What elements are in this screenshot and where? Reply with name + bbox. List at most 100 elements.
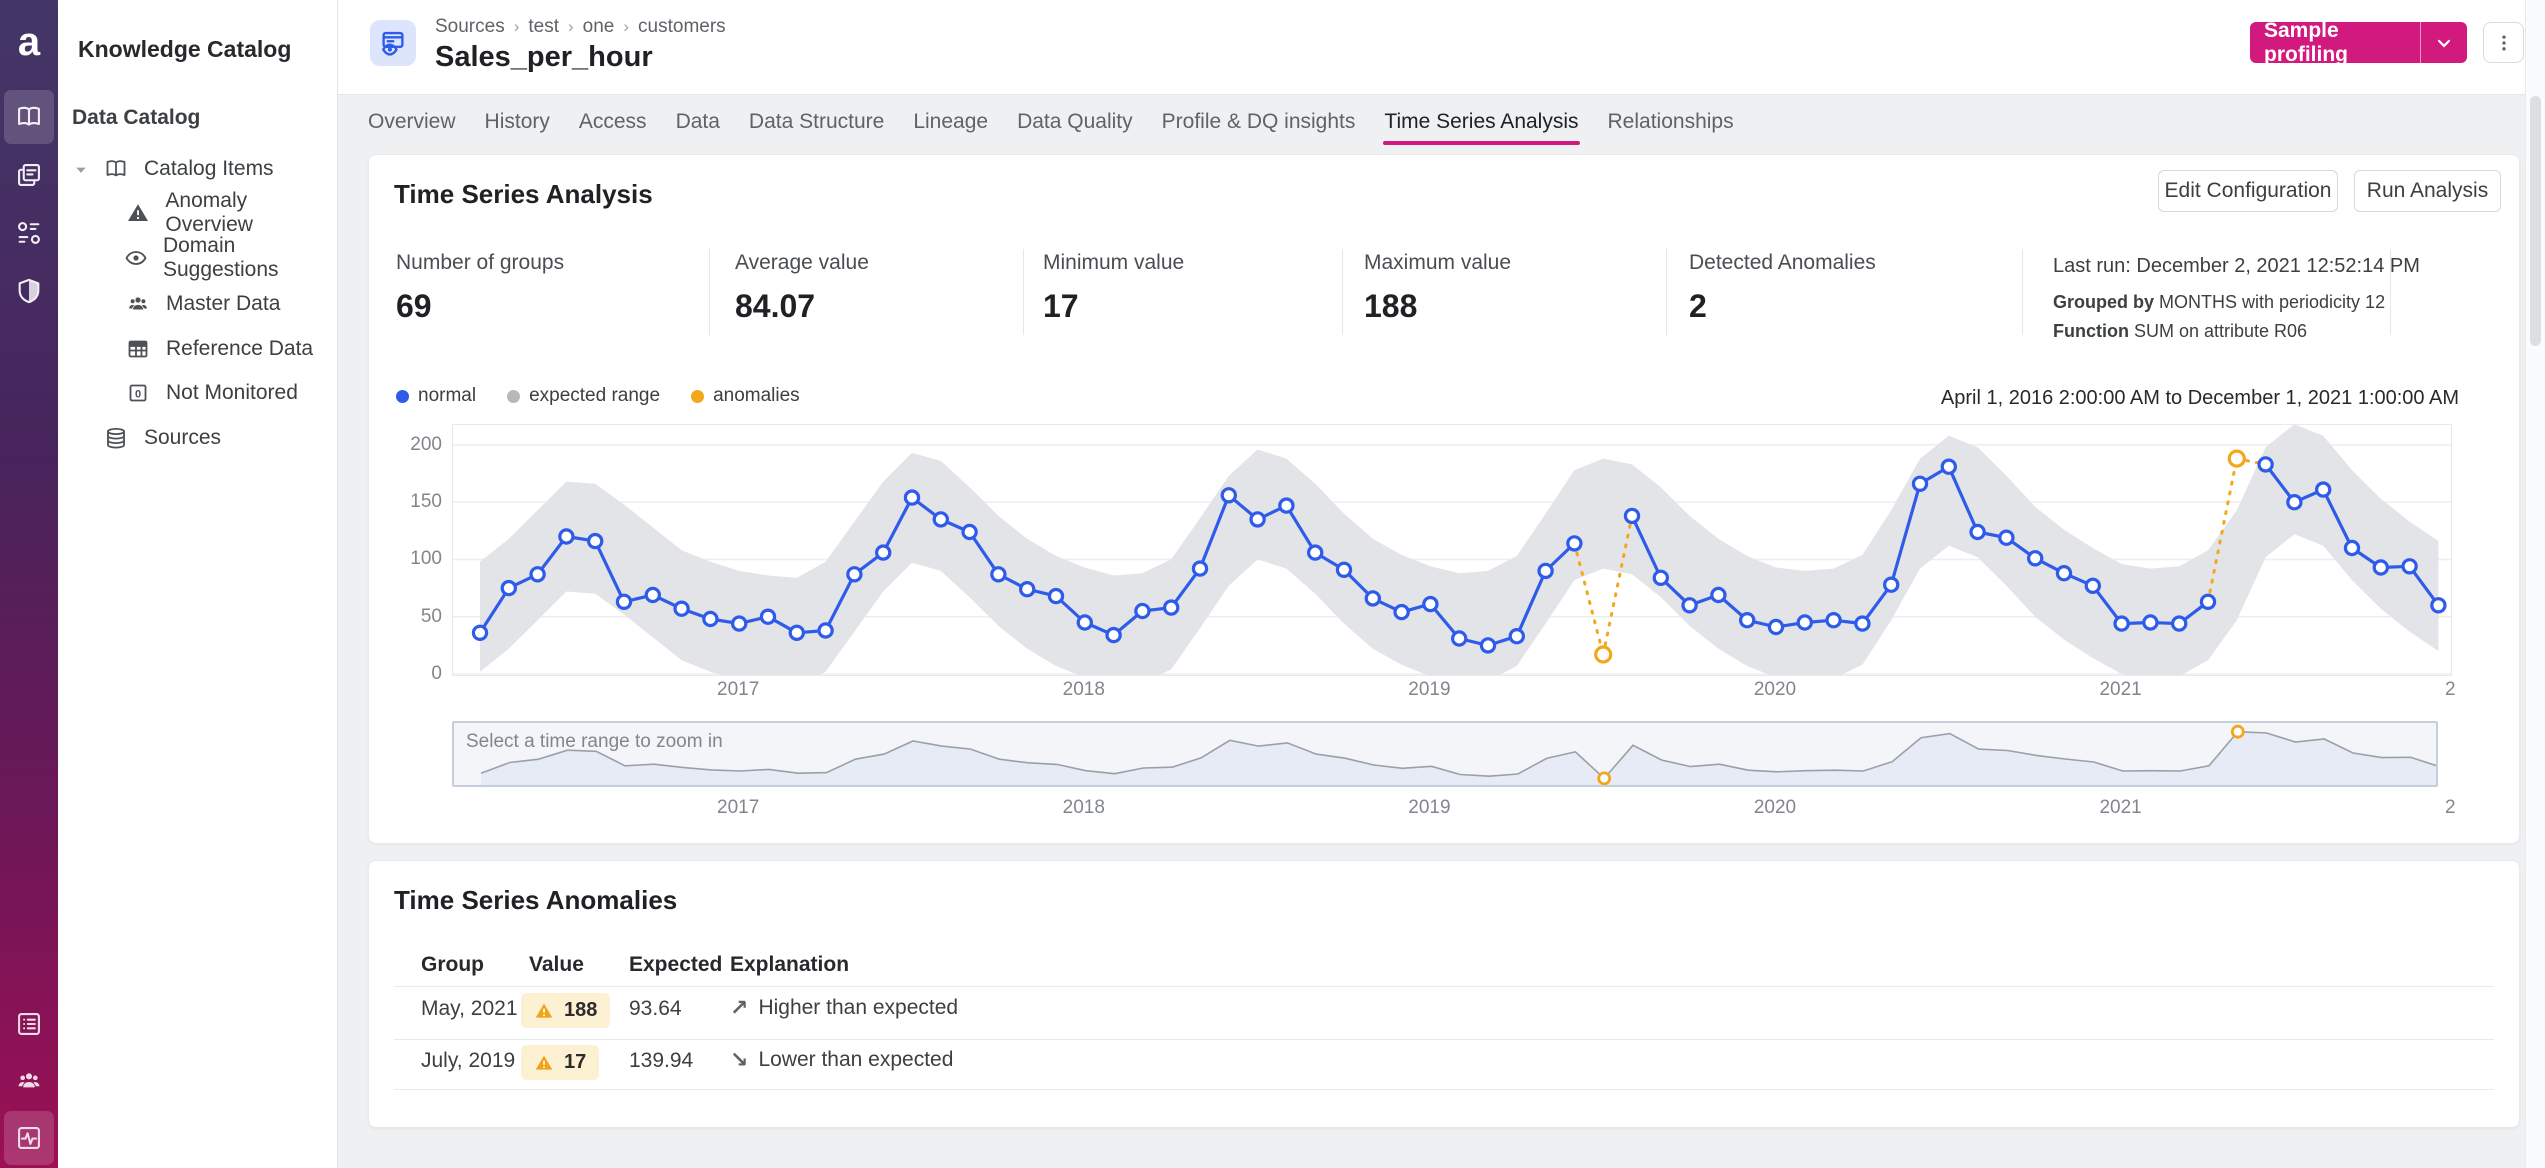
- data-point[interactable]: [2374, 561, 2387, 574]
- data-point[interactable]: [2403, 560, 2416, 573]
- range-selector-chart[interactable]: Select a time range to zoom in: [452, 721, 2438, 787]
- data-point[interactable]: [1856, 617, 1869, 630]
- breadcrumb-item-test[interactable]: test: [528, 16, 559, 38]
- data-point[interactable]: [2432, 599, 2445, 612]
- scrollbar-thumb[interactable]: [2530, 96, 2541, 346]
- data-point[interactable]: [1193, 562, 1206, 575]
- tab-relationships[interactable]: Relationships: [1607, 95, 1735, 148]
- sample-profiling-button[interactable]: Sample profiling: [2250, 22, 2420, 63]
- data-point[interactable]: [1683, 599, 1696, 612]
- data-point[interactable]: [2317, 483, 2330, 496]
- data-point[interactable]: [502, 582, 515, 595]
- data-point[interactable]: [1913, 477, 1926, 490]
- tab-data-quality[interactable]: Data Quality: [1016, 95, 1134, 148]
- tab-lineage[interactable]: Lineage: [912, 95, 989, 148]
- tab-profile-dq-insights[interactable]: Profile & DQ insights: [1161, 95, 1357, 148]
- data-point[interactable]: [560, 530, 573, 543]
- edit-configuration-button[interactable]: Edit Configuration: [2158, 170, 2338, 212]
- data-point[interactable]: [1165, 601, 1178, 614]
- data-point[interactable]: [1654, 571, 1667, 584]
- data-point[interactable]: [819, 624, 832, 637]
- data-point[interactable]: [1827, 614, 1840, 627]
- data-point[interactable]: [1971, 525, 1984, 538]
- data-point[interactable]: [1885, 578, 1898, 591]
- data-point[interactable]: [617, 595, 630, 608]
- data-point[interactable]: [1136, 604, 1149, 617]
- data-point[interactable]: [589, 535, 602, 548]
- data-point[interactable]: [1049, 590, 1062, 603]
- data-point[interactable]: [473, 626, 486, 639]
- data-point[interactable]: [1078, 616, 1091, 629]
- sidebar-item-not-monitored[interactable]: 0Not Monitored: [123, 371, 298, 415]
- sidebar-item-reference-data[interactable]: Reference Data: [123, 327, 313, 371]
- data-point[interactable]: [1021, 583, 1034, 596]
- data-point[interactable]: [1453, 632, 1466, 645]
- timeseries-chart[interactable]: [452, 424, 2452, 676]
- sidebar-item-sources[interactable]: Sources: [101, 416, 221, 460]
- rail-item-monitor[interactable]: [0, 1110, 58, 1166]
- data-point[interactable]: [1712, 588, 1725, 601]
- data-point[interactable]: [1769, 620, 1782, 633]
- sample-profiling-dropdown[interactable]: [2420, 22, 2467, 63]
- data-point[interactable]: [646, 588, 659, 601]
- rail-item-checklist[interactable]: [0, 996, 58, 1052]
- data-point[interactable]: [2000, 531, 2013, 544]
- run-analysis-button[interactable]: Run Analysis: [2354, 170, 2501, 212]
- data-point[interactable]: [934, 513, 947, 526]
- legend-item-normal[interactable]: normal: [396, 385, 476, 407]
- data-point[interactable]: [877, 546, 890, 559]
- tab-data-structure[interactable]: Data Structure: [748, 95, 885, 148]
- data-point[interactable]: [1251, 513, 1264, 526]
- data-point[interactable]: [2144, 616, 2157, 629]
- rail-item-documents[interactable]: [0, 147, 58, 203]
- column-header-group[interactable]: Group: [421, 953, 484, 977]
- data-point[interactable]: [2086, 579, 2099, 592]
- rail-item-people[interactable]: [0, 1053, 58, 1109]
- data-point[interactable]: [1481, 639, 1494, 652]
- data-point[interactable]: [1568, 537, 1581, 550]
- rail-item-workflow[interactable]: [0, 205, 58, 261]
- rail-item-shield[interactable]: [0, 263, 58, 319]
- data-point[interactable]: [1107, 629, 1120, 642]
- data-point[interactable]: [1395, 606, 1408, 619]
- anomaly-point[interactable]: [2229, 451, 2244, 466]
- data-point[interactable]: [531, 568, 544, 581]
- data-point[interactable]: [733, 617, 746, 630]
- sidebar-item-master-data[interactable]: Master Data: [123, 282, 280, 326]
- legend-item-anomalies[interactable]: anomalies: [691, 385, 800, 407]
- data-point[interactable]: [1424, 598, 1437, 611]
- data-point[interactable]: [1741, 614, 1754, 627]
- data-point[interactable]: [2057, 567, 2070, 580]
- data-point[interactable]: [1942, 460, 1955, 473]
- data-point[interactable]: [1539, 564, 1552, 577]
- data-point[interactable]: [1798, 616, 1811, 629]
- tab-time-series-analysis[interactable]: Time Series Analysis: [1383, 95, 1579, 148]
- column-header-value[interactable]: Value: [529, 953, 584, 977]
- data-point[interactable]: [2173, 617, 2186, 630]
- breadcrumb-item-sources[interactable]: Sources: [435, 16, 505, 38]
- column-header-expected[interactable]: Expected: [629, 953, 722, 977]
- data-point[interactable]: [963, 525, 976, 538]
- asset-type-icon[interactable]: [370, 20, 416, 66]
- data-point[interactable]: [675, 602, 688, 615]
- data-point[interactable]: [761, 610, 774, 623]
- data-point[interactable]: [2345, 541, 2358, 554]
- sample-profiling-split-button[interactable]: Sample profiling: [2250, 22, 2467, 63]
- tab-history[interactable]: History: [484, 95, 551, 148]
- data-point[interactable]: [1337, 563, 1350, 576]
- data-point[interactable]: [1280, 499, 1293, 512]
- column-header-explanation[interactable]: Explanation: [730, 953, 849, 977]
- data-point[interactable]: [992, 568, 1005, 581]
- tab-data[interactable]: Data: [675, 95, 721, 148]
- data-point[interactable]: [2115, 617, 2128, 630]
- legend-item-expected-range[interactable]: expected range: [507, 385, 660, 407]
- data-point[interactable]: [1222, 489, 1235, 502]
- data-point[interactable]: [1366, 592, 1379, 605]
- sidebar-item-domain-suggestions[interactable]: Domain Suggestions: [123, 236, 337, 280]
- data-point[interactable]: [790, 626, 803, 639]
- rail-item-open-book[interactable]: [0, 89, 58, 145]
- app-logo[interactable]: a: [0, 22, 58, 62]
- tree-expand-chevron-icon[interactable]: [74, 163, 88, 177]
- breadcrumb-item-customers[interactable]: customers: [638, 16, 726, 38]
- data-point[interactable]: [1625, 509, 1638, 522]
